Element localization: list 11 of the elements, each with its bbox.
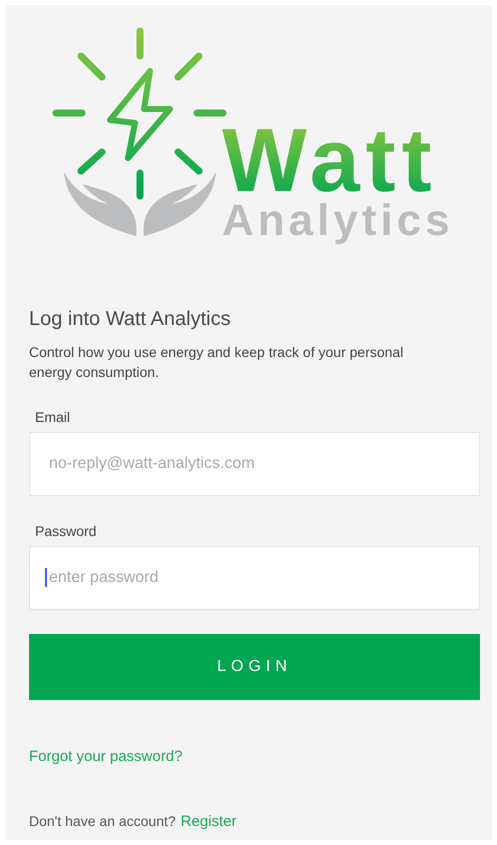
input-field[interactable]: enter password xyxy=(29,546,480,610)
login-button[interactable]: LOGIN xyxy=(29,634,480,700)
form-description: Control how you use energy and keep track of your personal energy consumption. xyxy=(29,343,404,382)
form-title: Log into Watt Analytics xyxy=(29,307,232,332)
register-prompt: Don't have an account? xyxy=(29,813,176,829)
input-field[interactable]: no-reply@watt-analytics.com xyxy=(29,432,480,496)
forgot-password-link[interactable]: Forgot your password? xyxy=(29,748,182,765)
text-cursor xyxy=(45,568,47,587)
field-label: Email xyxy=(35,408,70,426)
register-link[interactable]: Register xyxy=(180,813,237,830)
field-label: Password xyxy=(35,522,96,540)
